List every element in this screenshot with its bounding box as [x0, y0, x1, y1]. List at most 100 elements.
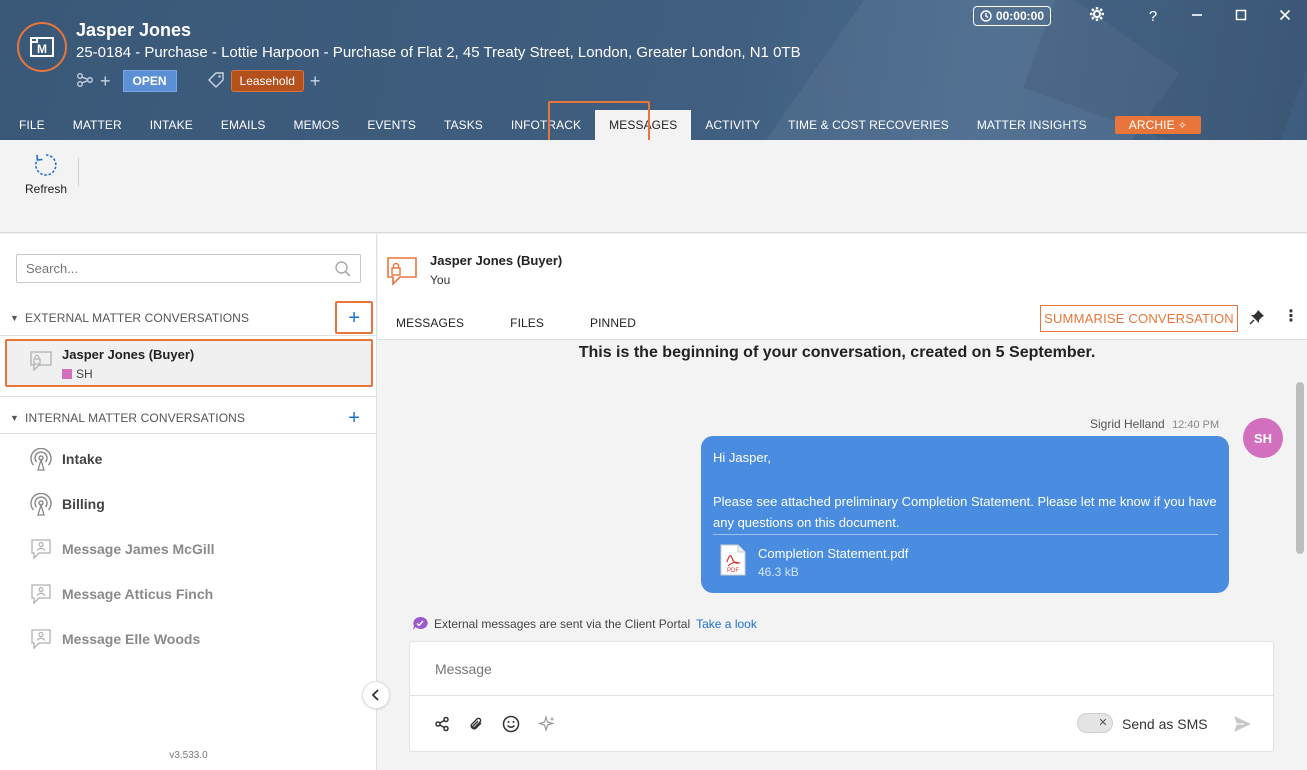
- archie-label: ARCHIE: [1128, 118, 1175, 132]
- add-related-icon[interactable]: +: [100, 72, 111, 90]
- message-time: 12:40 PM: [1172, 419, 1220, 431]
- more-options-icon[interactable]: ⋮: [1283, 309, 1299, 325]
- external-conversations-header[interactable]: ▼ EXTERNAL MATTER CONVERSATIONS +: [10, 308, 370, 328]
- matter-tags-row: + OPEN Leasehold +: [76, 70, 320, 92]
- broadcast-icon: [30, 493, 52, 516]
- send-icon[interactable]: [1232, 715, 1252, 733]
- external-chat-icon: [30, 351, 52, 372]
- minimize-icon[interactable]: [1175, 8, 1219, 25]
- external-chat-icon: [387, 257, 417, 286]
- search-input[interactable]: [17, 255, 317, 282]
- collapse-caret-icon[interactable]: ▼: [10, 413, 19, 423]
- tab-messages[interactable]: MESSAGES: [595, 110, 692, 140]
- tab-tasks[interactable]: TASKS: [430, 110, 497, 140]
- person-chat-icon: [31, 629, 51, 650]
- tab-memos[interactable]: MEMOS: [279, 110, 353, 140]
- tab-file[interactable]: FILE: [0, 110, 59, 140]
- add-internal-conversation-button[interactable]: +: [348, 408, 360, 428]
- message-bubble: Hi Jasper, Please see attached prelimina…: [701, 436, 1229, 593]
- pin-icon[interactable]: [1249, 309, 1265, 325]
- tab-archie[interactable]: ARCHIE ✧: [1114, 116, 1202, 134]
- attachment-name[interactable]: Completion Statement.pdf: [758, 546, 908, 561]
- conversation-atticus-finch[interactable]: Message Atticus Finch: [0, 572, 377, 616]
- maximize-icon[interactable]: [1219, 8, 1263, 25]
- refresh-label: Refresh: [24, 182, 68, 196]
- conversation-title: Jasper Jones (Buyer): [430, 253, 563, 268]
- tab-matter-insights[interactable]: MATTER INSIGHTS: [963, 110, 1101, 140]
- search-box: [16, 254, 361, 283]
- send-as-sms-label: Send as SMS: [1122, 716, 1208, 732]
- ai-sparkle-icon[interactable]: [538, 715, 556, 733]
- refresh-icon: [35, 154, 57, 176]
- collapse-panel-button[interactable]: [362, 681, 390, 709]
- window-controls: 00:00:00 ?: [972, 4, 1307, 28]
- status-badge[interactable]: OPEN: [122, 70, 177, 92]
- tab-messages[interactable]: MESSAGES: [396, 316, 464, 330]
- divider: [0, 335, 377, 336]
- conversation-panel: Jasper Jones (Buyer) You MESSAGES FILES …: [378, 234, 1307, 770]
- participant-badge: SH: [62, 367, 93, 381]
- version-label: v3.533.0: [169, 750, 208, 761]
- attachment-icon[interactable]: [468, 716, 484, 732]
- conversation-list-panel: ▼ EXTERNAL MATTER CONVERSATIONS + Jasper…: [0, 234, 377, 770]
- participant-color-swatch: [62, 369, 72, 379]
- broadcast-icon: [30, 448, 52, 471]
- take-a-look-link[interactable]: Take a look: [696, 617, 757, 631]
- clock-icon: [980, 10, 992, 22]
- attachment-size: 46.3 kB: [758, 565, 799, 579]
- emoji-icon[interactable]: [502, 715, 520, 733]
- summarise-conversation-button[interactable]: SUMMARISE CONVERSATION: [1040, 305, 1238, 332]
- add-external-conversation-button[interactable]: +: [348, 308, 360, 328]
- tab-matter[interactable]: MATTER: [59, 110, 136, 140]
- search-icon[interactable]: [334, 260, 352, 278]
- client-portal-note: External messages are sent via the Clien…: [412, 616, 757, 631]
- tab-events[interactable]: EVENTS: [353, 110, 430, 140]
- tab-emails[interactable]: EMAILS: [207, 110, 280, 140]
- message-sender: Sigrid Helland 12:40 PM: [1090, 417, 1219, 431]
- timer-value: 00:00:00: [995, 9, 1044, 23]
- tab-files[interactable]: FILES: [510, 316, 544, 330]
- attachment-divider: [713, 534, 1218, 535]
- person-chat-icon: [31, 539, 51, 560]
- refresh-button[interactable]: Refresh: [20, 152, 72, 196]
- message-input[interactable]: [410, 642, 1273, 696]
- matter-header: M Jasper Jones 25-0184 - Purchase - Lott…: [0, 0, 1307, 140]
- tab-pinned[interactable]: PINNED: [590, 316, 636, 330]
- gear-icon[interactable]: [1075, 6, 1119, 26]
- help-icon[interactable]: ?: [1131, 8, 1175, 25]
- conversation-label: Message Elle Woods: [62, 631, 201, 647]
- matter-logo-icon: M: [17, 22, 67, 72]
- tab-activity[interactable]: ACTIVITY: [691, 110, 774, 140]
- sender-name: Sigrid Helland: [1090, 417, 1165, 431]
- tag-leasehold[interactable]: Leasehold: [230, 70, 304, 92]
- add-tag-icon[interactable]: +: [310, 72, 321, 90]
- conversation-tabs: MESSAGES FILES PINNED: [396, 316, 682, 330]
- avatar: SH: [1243, 418, 1283, 458]
- scrollbar[interactable]: [1296, 382, 1304, 554]
- timer-button[interactable]: 00:00:00: [972, 6, 1051, 26]
- sparkle-icon: ✧: [1177, 119, 1188, 132]
- internal-conversations-header[interactable]: ▼ INTERNAL MATTER CONVERSATIONS +: [10, 408, 370, 428]
- conversation-elle-woods[interactable]: Message Elle Woods: [0, 617, 377, 661]
- collapse-caret-icon[interactable]: ▼: [10, 313, 19, 323]
- tab-time-cost-recoveries[interactable]: TIME & COST RECOVERIES: [774, 110, 963, 140]
- participant-initials: SH: [76, 367, 93, 381]
- related-matters-icon[interactable]: [76, 72, 94, 91]
- close-icon[interactable]: [1263, 8, 1307, 25]
- conversation-jasper-jones-buyer[interactable]: Jasper Jones (Buyer) SH: [5, 339, 373, 387]
- chevron-left-icon: [371, 689, 379, 701]
- share-icon[interactable]: [434, 716, 450, 732]
- send-as-sms-toggle[interactable]: ✕: [1077, 713, 1113, 733]
- tab-intake[interactable]: INTAKE: [136, 110, 207, 140]
- tab-infotrack[interactable]: INFOTRACK: [497, 110, 595, 140]
- pdf-file-icon[interactable]: PDF: [720, 544, 746, 576]
- conversation-subtitle: You: [430, 273, 451, 287]
- external-header-label: EXTERNAL MATTER CONVERSATIONS: [25, 311, 250, 325]
- conversation-intake[interactable]: Intake: [0, 437, 377, 481]
- conversation-james-mcgill[interactable]: Message James McGill: [0, 527, 377, 571]
- conversation-label: Billing: [62, 496, 105, 512]
- internal-header-label: INTERNAL MATTER CONVERSATIONS: [25, 411, 246, 425]
- conversation-billing[interactable]: Billing: [0, 482, 377, 526]
- portal-chat-icon: [413, 616, 428, 630]
- matter-description: 25-0184 - Purchase - Lottie Harpoon - Pu…: [76, 44, 801, 61]
